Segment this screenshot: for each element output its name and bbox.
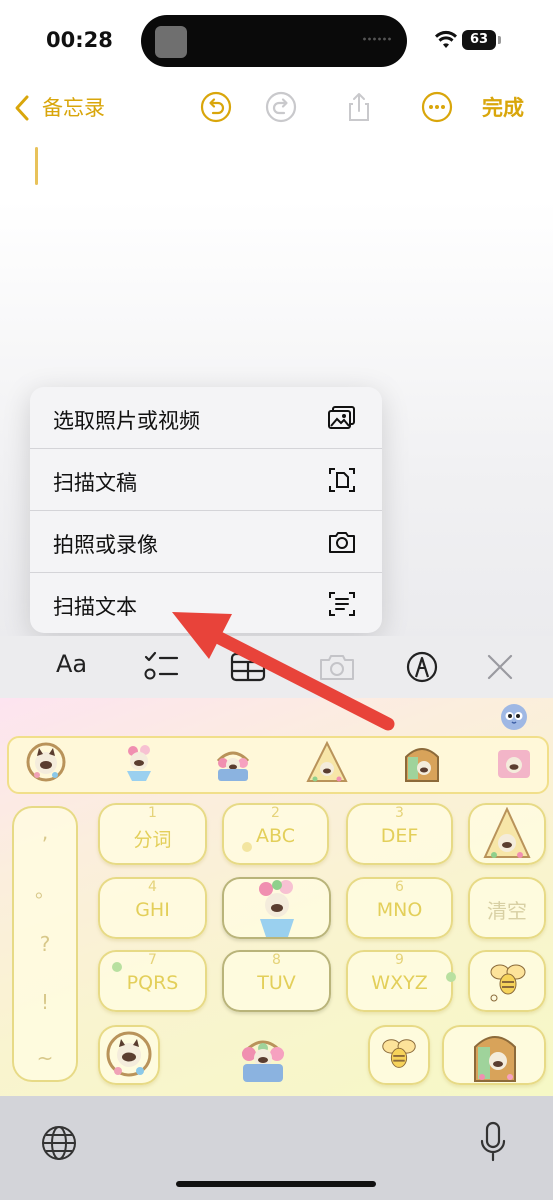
annotation-arrow [172, 612, 395, 731]
